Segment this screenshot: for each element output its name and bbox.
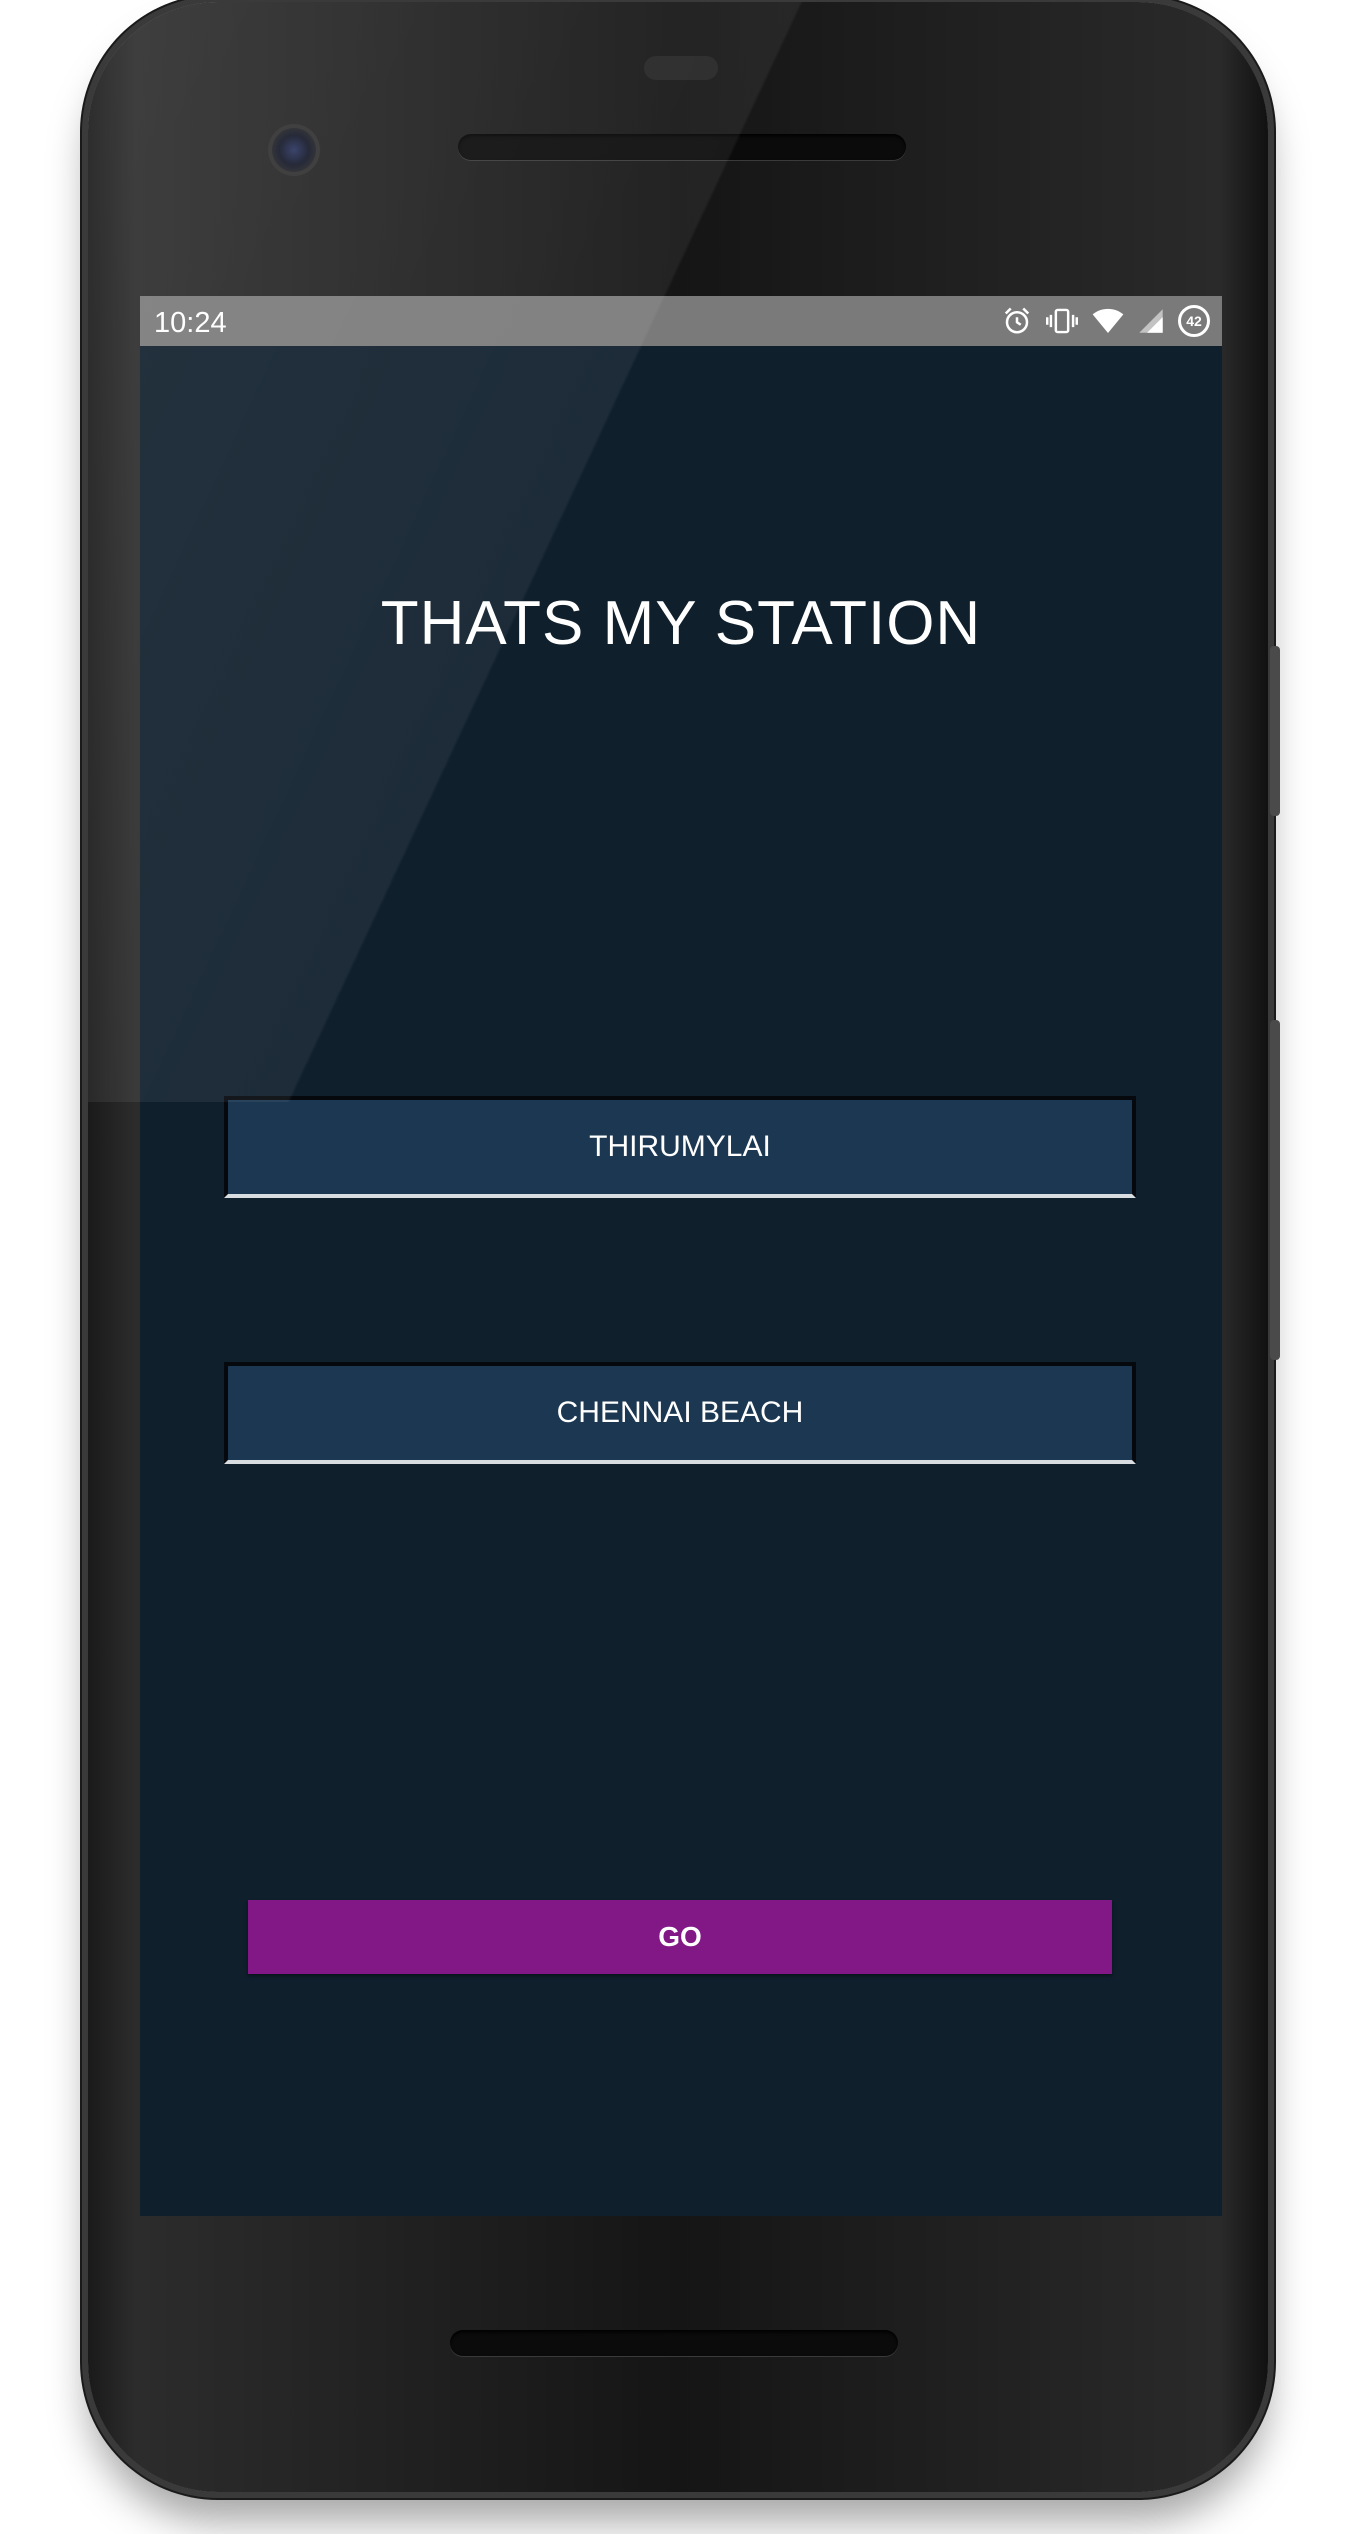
status-icons: 42 [1002,302,1210,340]
from-station-field[interactable]: THIRUMYLAI [224,1096,1136,1198]
status-time: 10:24 [154,307,227,339]
front-camera-icon [268,124,320,176]
earpiece-speaker [458,134,906,160]
app-title: THATS MY STATION [380,589,982,658]
cell-signal-icon [1138,308,1164,334]
app-screen: 10:24 42 THATS MY STATION THIRUMYLAI CHE… [140,296,1222,2216]
power-button [1270,646,1280,816]
wifi-icon [1092,307,1124,335]
bottom-speaker [450,2330,898,2356]
vibrate-icon [1046,306,1078,336]
status-bar: 10:24 42 [140,296,1222,346]
volume-rocker [1270,1020,1280,1360]
alarm-icon [1002,306,1032,336]
to-station-field[interactable]: CHENNAI BEACH [224,1362,1136,1464]
proximity-sensor [644,56,718,80]
go-button[interactable]: GO [248,1900,1112,1974]
battery-icon: 42 [1178,305,1210,337]
